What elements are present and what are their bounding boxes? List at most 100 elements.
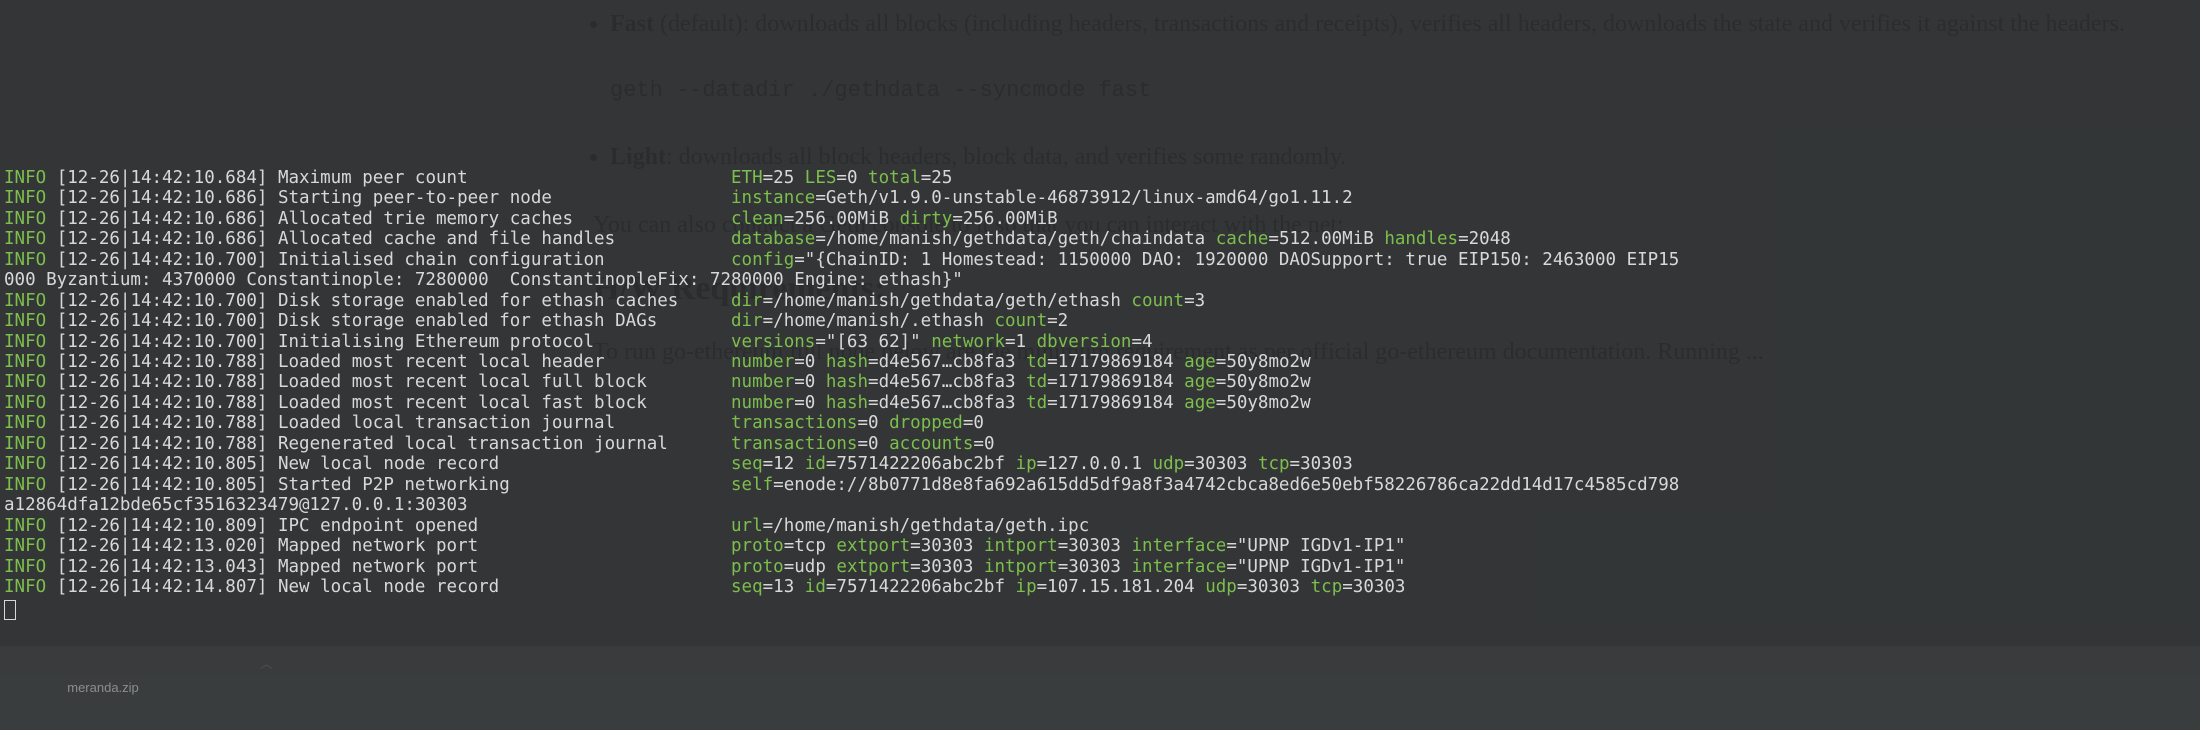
log-message: Initialised chain configuration [278,250,731,270]
log-key: number [731,393,794,413]
log-key: hash [826,372,868,392]
log-value: 0 [805,393,816,413]
log-level: INFO [4,536,46,556]
log-value: 7571422206abc2bf [836,577,1005,597]
log-key: udp [1205,577,1237,597]
log-message: Mapped network port [278,557,731,577]
log-level: INFO [4,516,46,536]
terminal-cursor[interactable] [4,600,16,620]
log-key: cache [1216,229,1269,249]
log-value: /home/manish/gethdata/geth/ethash [773,291,1121,311]
log-key: dirty [900,209,953,229]
log-key: hash [826,352,868,372]
log-key: tcp [1258,454,1290,474]
log-value: 3 [1195,291,1206,311]
log-key: hash [826,393,868,413]
log-key: age [1184,393,1216,413]
log-timestamp: [12-26|14:42:10.805] [57,454,268,474]
log-value: 0 [984,434,995,454]
log-message: Regenerated local transaction journal [278,434,731,454]
log-level: INFO [4,311,46,331]
log-value: 13 [773,577,794,597]
log-key: interface [1132,557,1227,577]
log-timestamp: [12-26|14:42:10.788] [57,413,268,433]
log-level: INFO [4,454,46,474]
log-value: Geth/v1.9.0-unstable-46873912/linux-amd6… [826,188,1353,208]
log-value: d4e567…cb8fa3 [879,393,1016,413]
log-key: proto [731,557,784,577]
log-timestamp: [12-26|14:42:10.809] [57,516,268,536]
log-key: self [731,475,773,495]
log-timestamp: [12-26|14:42:10.686] [57,209,268,229]
log-line: INFO [12-26|14:42:13.043] Mapped network… [4,557,2196,577]
log-value: "UPNP IGDv1-IP1" [1237,536,1406,556]
log-line-wrap: 000 Byzantium: 4370000 Constantinople: 7… [4,270,2196,290]
log-key: td [1026,352,1047,372]
log-line: INFO [12-26|14:42:10.686] Starting peer-… [4,188,2196,208]
log-key: td [1026,372,1047,392]
log-message: Initialising Ethereum protocol [278,332,731,352]
log-level: INFO [4,393,46,413]
terminal-output[interactable]: INFO [12-26|14:42:10.684] Maximum peer c… [0,164,2200,624]
log-key: network [931,332,1005,352]
log-level: INFO [4,250,46,270]
log-key: id [805,577,826,597]
log-key: ip [1016,577,1037,597]
log-message: Started P2P networking [278,475,731,495]
log-message: Mapped network port [278,536,731,556]
log-value: 50y8mo2w [1226,393,1310,413]
log-line: INFO [12-26|14:42:10.788] Regenerated lo… [4,434,2196,454]
log-value: 50y8mo2w [1226,352,1310,372]
log-value: 30303 [1353,577,1406,597]
log-key: LES [805,168,837,188]
log-line: INFO [12-26|14:42:10.809] IPC endpoint o… [4,516,2196,536]
log-value: "UPNP IGDv1-IP1" [1237,557,1406,577]
log-timestamp: [12-26|14:42:10.788] [57,434,268,454]
log-value: 0 [847,168,858,188]
log-key: number [731,372,794,392]
log-value: 0 [973,413,984,433]
log-level: INFO [4,209,46,229]
log-timestamp: [12-26|14:42:10.805] [57,475,268,495]
log-value: 25 [773,168,794,188]
log-level: INFO [4,352,46,372]
log-key: instance [731,188,815,208]
log-message: Loaded most recent local header [278,352,731,372]
log-value: 30303 [1068,557,1121,577]
log-key: clean [731,209,784,229]
log-value: 107.15.181.204 [1047,577,1195,597]
log-key: udp [1153,454,1185,474]
log-message: Loaded most recent local full block [278,372,731,392]
log-timestamp: [12-26|14:42:13.043] [57,557,268,577]
log-timestamp: [12-26|14:42:10.700] [57,332,268,352]
log-key: config [731,250,794,270]
log-level: INFO [4,332,46,352]
log-line: INFO [12-26|14:42:10.700] Initialising E… [4,332,2196,352]
log-value: 0 [868,434,879,454]
log-value: "[63 62]" [826,332,921,352]
log-value: tcp [794,536,826,556]
log-key: proto [731,536,784,556]
log-line: INFO [12-26|14:42:10.788] Loaded most re… [4,372,2196,392]
log-message: Allocated cache and file handles [278,229,731,249]
log-line: INFO [12-26|14:42:13.020] Mapped network… [4,536,2196,556]
log-timestamp: [12-26|14:42:13.020] [57,536,268,556]
log-key: transactions [731,434,857,454]
log-value: "{ChainID: 1 Homestead: 1150000 DAO: 192… [805,250,1679,270]
log-value: 25 [931,168,952,188]
log-key: transactions [731,413,857,433]
log-message: Disk storage enabled for ethash DAGs [278,311,731,331]
log-value: 17179869184 [1058,352,1174,372]
log-key: tcp [1311,577,1343,597]
log-value: d4e567…cb8fa3 [879,372,1016,392]
log-key: handles [1384,229,1458,249]
log-timestamp: [12-26|14:42:10.700] [57,311,268,331]
log-key: extport [836,536,910,556]
log-value: 256.00MiB [794,209,889,229]
log-key: extport [836,557,910,577]
log-value: 17179869184 [1058,372,1174,392]
log-line: INFO [12-26|14:42:10.805] Started P2P ne… [4,475,2196,495]
log-line: INFO [12-26|14:42:10.686] Allocated cach… [4,229,2196,249]
log-value: 0 [805,352,816,372]
log-message: IPC endpoint opened [278,516,731,536]
